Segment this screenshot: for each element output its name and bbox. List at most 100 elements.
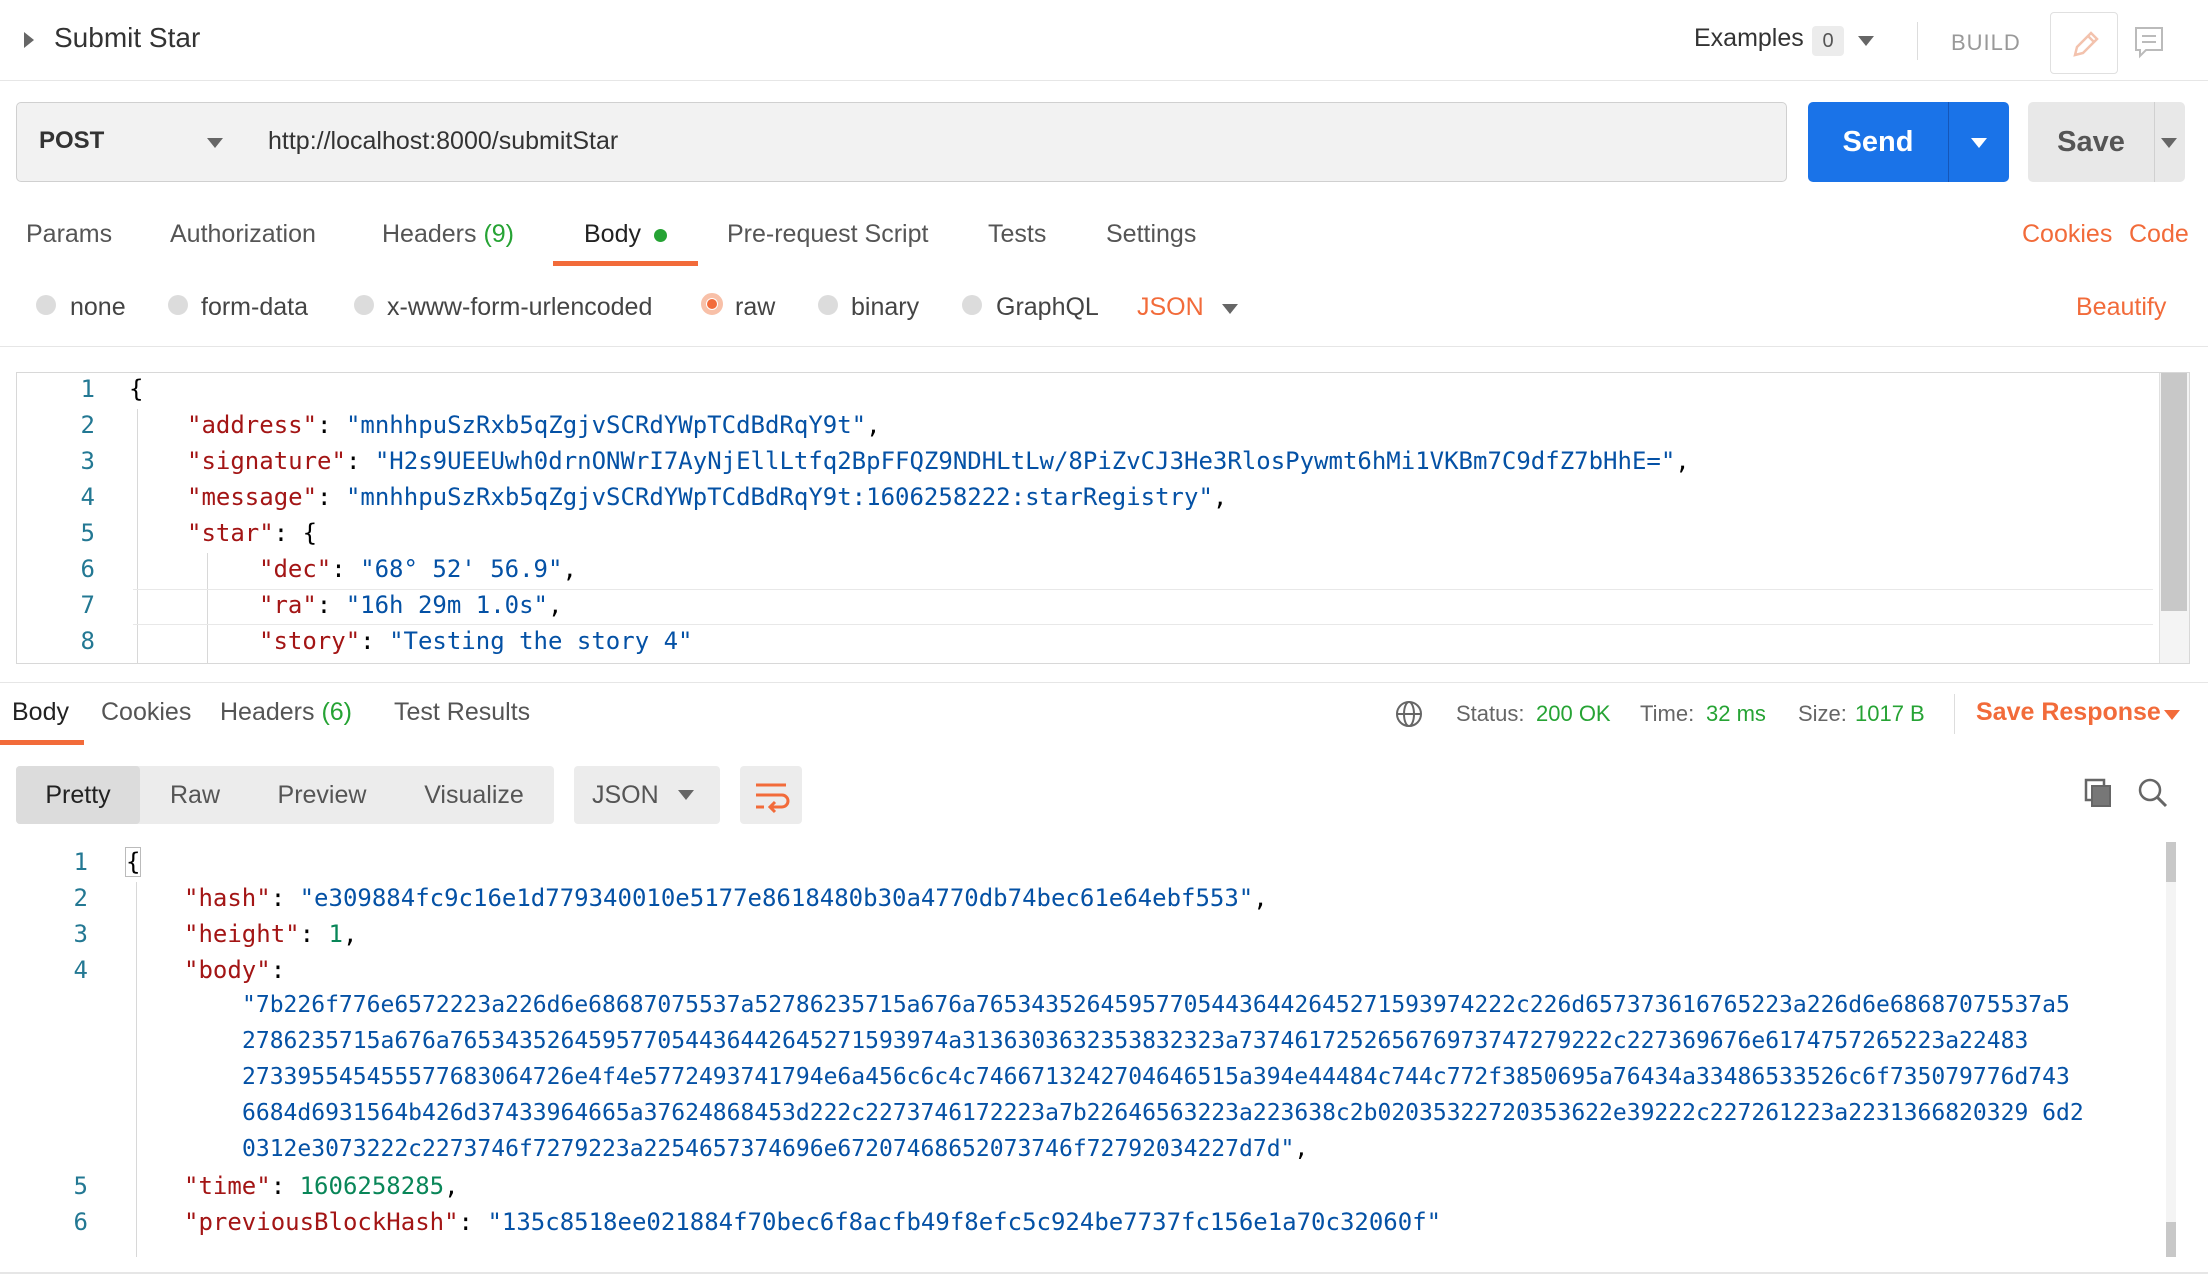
- tab-prerequest-script[interactable]: Pre-request Script: [727, 220, 928, 249]
- chevron-right-icon[interactable]: [24, 32, 34, 48]
- pencil-icon: [2073, 31, 2099, 57]
- code-line: "dec": "68° 52' 56.9",: [259, 555, 577, 583]
- save-response-button[interactable]: Save Response: [1976, 698, 2161, 727]
- divider: [0, 346, 2208, 347]
- size-value[interactable]: 1017 B: [1855, 701, 1925, 727]
- view-visualize-button[interactable]: Visualize: [394, 766, 554, 824]
- tab-body[interactable]: Body: [584, 220, 641, 249]
- radio-form-data-label[interactable]: form-data: [201, 293, 308, 322]
- time-value[interactable]: 32 ms: [1706, 701, 1766, 727]
- line-number: 5: [73, 1172, 88, 1200]
- copy-icon[interactable]: [2082, 776, 2116, 815]
- response-tab-headers[interactable]: Headers (6): [220, 698, 352, 727]
- radio-none-label[interactable]: none: [70, 293, 126, 322]
- response-format-value: JSON: [592, 781, 659, 809]
- radio-raw[interactable]: [701, 293, 723, 315]
- chevron-down-icon: [207, 138, 223, 148]
- build-mode-label[interactable]: BUILD: [1951, 30, 2021, 56]
- radio-graphql[interactable]: [962, 295, 982, 315]
- line-number: 4: [73, 956, 88, 984]
- code-line: "7b226f776e6572223a226d6e68687075537a527…: [242, 992, 2070, 1018]
- request-title[interactable]: Submit Star: [54, 22, 200, 54]
- code-line: "message": "mnhhpuSzRxb5qZgjvSCRdYWpTCdB…: [187, 483, 1228, 511]
- response-body-viewer[interactable]: 1 2 3 4 5 6 { "hash": "e309884fc9c16e1d7…: [0, 842, 2208, 1257]
- chevron-down-icon[interactable]: [1222, 304, 1238, 314]
- tab-params[interactable]: Params: [26, 220, 112, 249]
- view-preview-button[interactable]: Preview: [250, 766, 394, 824]
- size-label: Size:: [1798, 701, 1847, 726]
- line-number: 1: [73, 848, 88, 876]
- method-select[interactable]: POST: [16, 102, 248, 182]
- view-raw-button[interactable]: Raw: [140, 766, 250, 824]
- code-line: 273395545455577683064726e4f4e57724937417…: [242, 1064, 2070, 1090]
- line-number: 5: [80, 519, 95, 547]
- save-button[interactable]: Save: [2028, 102, 2154, 182]
- request-body-editor[interactable]: 1 2 3 4 5 6 7 8 { "address": "mnhhpuSzRx…: [16, 372, 2190, 664]
- send-options-button[interactable]: [1948, 102, 2009, 182]
- line-number: 1: [80, 375, 95, 403]
- active-tab-underline: [553, 261, 698, 266]
- code-line: "ra": "16h 29m 1.0s",: [259, 591, 563, 619]
- code-line: "star": {: [187, 519, 318, 547]
- indent-guide: [136, 882, 137, 1257]
- chevron-down-icon[interactable]: [2164, 710, 2180, 720]
- search-icon[interactable]: [2136, 776, 2170, 815]
- viewer-scrollbar-track[interactable]: [2166, 842, 2176, 1257]
- save-options-button[interactable]: [2154, 102, 2185, 182]
- line-number: 3: [80, 447, 95, 475]
- tab-authorization[interactable]: Authorization: [170, 220, 316, 249]
- cookies-link[interactable]: Cookies: [2022, 220, 2112, 249]
- line-number: 8: [80, 627, 95, 655]
- code-line: "hash": "e309884fc9c16e1d779340010e5177e…: [184, 884, 1268, 912]
- line-number: 6: [80, 555, 95, 583]
- code-link[interactable]: Code: [2129, 220, 2189, 249]
- beautify-link[interactable]: Beautify: [2076, 293, 2166, 322]
- response-tab-test-results[interactable]: Test Results: [394, 698, 530, 727]
- chevron-down-icon: [2161, 138, 2177, 148]
- radio-binary-label[interactable]: binary: [851, 293, 919, 322]
- chevron-down-icon[interactable]: [1858, 36, 1874, 46]
- send-button[interactable]: Send: [1808, 102, 1948, 182]
- chevron-down-icon: [678, 790, 694, 800]
- url-input[interactable]: http://localhost:8000/submitStar: [246, 102, 1787, 182]
- wrap-lines-icon: [756, 783, 790, 814]
- editor-scrollbar-thumb[interactable]: [2161, 373, 2187, 611]
- body-indicator-dot: [654, 229, 667, 242]
- radio-urlencoded-label[interactable]: x-www-form-urlencoded: [387, 293, 652, 322]
- view-pretty-button[interactable]: Pretty: [16, 766, 140, 824]
- radio-none[interactable]: [36, 295, 56, 315]
- radio-urlencoded[interactable]: [354, 295, 374, 315]
- wrap-lines-button[interactable]: [740, 766, 802, 824]
- examples-button[interactable]: Examples: [1694, 24, 1804, 53]
- radio-binary[interactable]: [818, 295, 838, 315]
- viewer-horizontal-scrollbar-thumb[interactable]: [2166, 1222, 2176, 1257]
- response-tab-headers-count: (6): [321, 698, 353, 726]
- tab-settings[interactable]: Settings: [1106, 220, 1196, 249]
- body-format-select[interactable]: JSON: [1137, 293, 1204, 322]
- globe-icon[interactable]: [1394, 699, 1424, 734]
- response-format-select[interactable]: JSON: [574, 766, 720, 824]
- status-value[interactable]: 200 OK: [1536, 701, 1611, 727]
- line-number: 2: [80, 411, 95, 439]
- tab-headers[interactable]: Headers (9): [382, 220, 514, 249]
- tab-headers-count: (9): [483, 220, 515, 248]
- radio-form-data[interactable]: [168, 295, 188, 315]
- code-line: 0312e3073222c2273746f7279223a22546573746…: [242, 1136, 1309, 1162]
- divider: [0, 1272, 2208, 1274]
- viewer-scrollbar-thumb[interactable]: [2166, 842, 2176, 882]
- radio-graphql-label[interactable]: GraphQL: [996, 293, 1099, 322]
- code-line: "height": 1,: [184, 920, 358, 948]
- method-value: POST: [39, 127, 105, 154]
- divider: [0, 682, 2208, 683]
- chevron-down-icon: [1971, 138, 1987, 148]
- line-number: 4: [80, 483, 95, 511]
- examples-count-badge: 0: [1812, 26, 1844, 56]
- response-tab-cookies[interactable]: Cookies: [101, 698, 191, 727]
- response-tab-body[interactable]: Body: [12, 698, 69, 727]
- comments-button[interactable]: [2116, 12, 2182, 72]
- tab-headers-label: Headers: [382, 220, 477, 248]
- edit-button[interactable]: [2050, 12, 2118, 74]
- tab-tests[interactable]: Tests: [988, 220, 1046, 249]
- radio-raw-label[interactable]: raw: [735, 293, 775, 322]
- code-line: "address": "mnhhpuSzRxb5qZgjvSCRdYWpTCdB…: [187, 411, 881, 439]
